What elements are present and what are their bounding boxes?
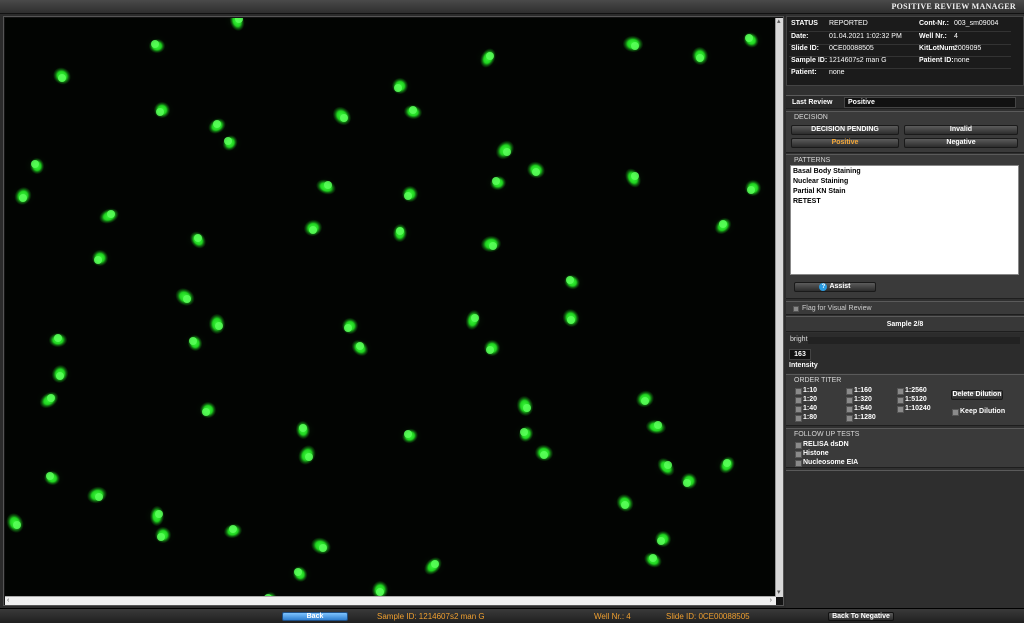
- titer-checkbox[interactable]: 1:2560: [897, 387, 927, 395]
- last-review-row: Last Review Positive: [786, 95, 1024, 109]
- info-row-sample: Sample ID: 1214607s2 man G Patient ID: n…: [787, 57, 1024, 68]
- date-label: Date:: [791, 33, 809, 40]
- info-row-patient: Patient: none: [787, 69, 1024, 80]
- pattern-item[interactable]: Partial KN Stain: [793, 188, 846, 195]
- pattern-item[interactable]: Nuclear Staining: [793, 178, 848, 185]
- negative-button[interactable]: Negative: [904, 138, 1018, 148]
- status-value: REPORTED: [829, 20, 868, 27]
- titer-checkbox[interactable]: 1:40: [795, 405, 817, 413]
- brightness-section: bright 163 Intensity: [786, 333, 1024, 373]
- delete-dilution-button[interactable]: Delete Dilution: [951, 390, 1003, 400]
- assist-button[interactable]: ? Assist: [794, 282, 876, 292]
- cont-nr-value: 003_sm09004: [954, 20, 999, 27]
- sample-counter: Sample 2/8: [786, 316, 1024, 332]
- review-panel: STATUS REPORTED Cont-Nr.: 003_sm09004 Da…: [786, 14, 1024, 608]
- back-button[interactable]: Back: [282, 612, 348, 621]
- intensity-value[interactable]: 163: [789, 349, 811, 360]
- last-review-value: Positive: [844, 97, 1016, 108]
- titer-checkbox[interactable]: 1:20: [795, 396, 817, 404]
- well-nr-label: Well Nr.:: [919, 33, 947, 40]
- status-label: STATUS: [791, 20, 818, 27]
- microscopy-image[interactable]: [5, 18, 776, 597]
- kit-lot-label: KitLotNum:: [919, 45, 958, 52]
- patterns-section: PATTERNS Basal Body Staining Nuclear Sta…: [786, 154, 1024, 299]
- flag-section: Flag for Visual Review: [786, 301, 1024, 315]
- cont-nr-label: Cont-Nr.:: [919, 20, 949, 27]
- titer-checkbox[interactable]: 1:320: [846, 396, 872, 404]
- sample-id-value: 1214607s2 man G: [829, 57, 887, 64]
- divider: [789, 31, 1011, 32]
- pattern-item[interactable]: RETEST: [793, 198, 821, 205]
- titer-checkbox[interactable]: 1:1280: [846, 414, 876, 422]
- positive-button[interactable]: Positive: [791, 138, 899, 148]
- patient-value: none: [829, 69, 845, 76]
- info-row-slide: Slide ID: 0CE00088505 KitLotNum: 2009095: [787, 45, 1024, 56]
- titer-checkbox[interactable]: 1:5120: [897, 396, 927, 404]
- titer-checkbox[interactable]: 1:10240: [897, 405, 931, 413]
- title-bar: POSITIVE REVIEW MANAGER: [0, 0, 1024, 14]
- vertical-scrollbar[interactable]: ▴ ▾: [775, 18, 783, 597]
- patterns-title: PATTERNS: [794, 157, 831, 164]
- image-viewer[interactable]: ▴ ▾ ‹ ›: [3, 16, 784, 606]
- keep-dilution-checkbox[interactable]: Keep Dilution: [952, 408, 1005, 416]
- order-titer-section: ORDER TITER 1:10 1:20 1:40 1:80 1:160 1:…: [786, 374, 1024, 426]
- back-to-negative-button[interactable]: Back To Negative: [828, 612, 894, 621]
- titer-checkbox[interactable]: 1:80: [795, 414, 817, 422]
- intensity-label: Intensity: [789, 362, 818, 369]
- followup-checkbox[interactable]: Nucleosome EIA: [795, 459, 858, 467]
- well-nr-value: 4: [954, 33, 958, 40]
- slide-id-label: Slide ID:: [791, 45, 820, 52]
- pattern-list[interactable]: Basal Body Staining Nuclear Staining Par…: [790, 165, 1019, 275]
- titer-checkbox[interactable]: 1:160: [846, 387, 872, 395]
- footer-well-nr: Well Nr.: 4: [594, 612, 631, 621]
- assist-label: Assist: [829, 283, 851, 290]
- arrow-left-icon[interactable]: ‹: [7, 597, 9, 605]
- followup-title: FOLLOW UP TESTS: [794, 431, 860, 438]
- followup-checkbox[interactable]: Histone: [795, 450, 829, 458]
- fluorescence-cells: [5, 18, 776, 597]
- status-bar: Back Sample ID: 1214607s2 man G Well Nr.…: [0, 608, 1024, 623]
- arrow-right-icon[interactable]: ›: [770, 597, 772, 605]
- decision-pending-button[interactable]: DECISION PENDING: [791, 125, 899, 135]
- empty-panel-area: [786, 470, 1024, 608]
- footer-slide-id: Slide ID: 0CE00088505: [666, 612, 750, 621]
- patient-id-label: Patient ID:: [919, 57, 954, 64]
- app-title: POSITIVE REVIEW MANAGER: [891, 2, 1016, 11]
- brightness-label: bright: [790, 336, 808, 343]
- sample-id-label: Sample ID:: [791, 57, 828, 64]
- flag-label: Flag for Visual Review: [802, 305, 872, 312]
- slide-id-value: 0CE00088505: [829, 45, 874, 52]
- info-row-date: Date: 01.04.2021 1:02:32 PM Well Nr.: 4: [787, 33, 1024, 44]
- last-review-label: Last Review: [792, 99, 833, 106]
- info-row-status: STATUS REPORTED Cont-Nr.: 003_sm09004: [787, 20, 1024, 31]
- footer-sample-id: Sample ID: 1214607s2 man G: [377, 612, 485, 621]
- decision-title: DECISION: [794, 114, 828, 121]
- patient-id-value: none: [954, 57, 970, 64]
- titer-checkbox[interactable]: 1:640: [846, 405, 872, 413]
- flag-checkbox[interactable]: [793, 306, 799, 312]
- horizontal-scrollbar[interactable]: ‹ ›: [5, 596, 776, 605]
- followup-section: FOLLOW UP TESTS RELISA dsDN Histone Nucl…: [786, 428, 1024, 468]
- titer-checkbox[interactable]: 1:10: [795, 387, 817, 395]
- pattern-item[interactable]: Basal Body Staining: [793, 168, 861, 175]
- kit-lot-value: 2009095: [954, 45, 982, 52]
- question-icon: ?: [819, 283, 828, 291]
- order-titer-title: ORDER TITER: [794, 377, 842, 384]
- date-value: 01.04.2021 1:02:32 PM: [829, 33, 902, 40]
- sample-info-table: STATUS REPORTED Cont-Nr.: 003_sm09004 Da…: [786, 16, 1024, 86]
- sample-number: Sample 2/8: [886, 321, 924, 328]
- invalid-button[interactable]: Invalid: [904, 125, 1018, 135]
- arrow-down-icon[interactable]: ▾: [777, 589, 781, 597]
- patient-label: Patient:: [791, 69, 817, 76]
- arrow-up-icon[interactable]: ▴: [777, 18, 781, 26]
- brightness-slider[interactable]: [808, 337, 1020, 344]
- followup-checkbox[interactable]: RELISA dsDN: [795, 441, 849, 449]
- decision-section: DECISION DECISION PENDING Invalid Positi…: [786, 111, 1024, 153]
